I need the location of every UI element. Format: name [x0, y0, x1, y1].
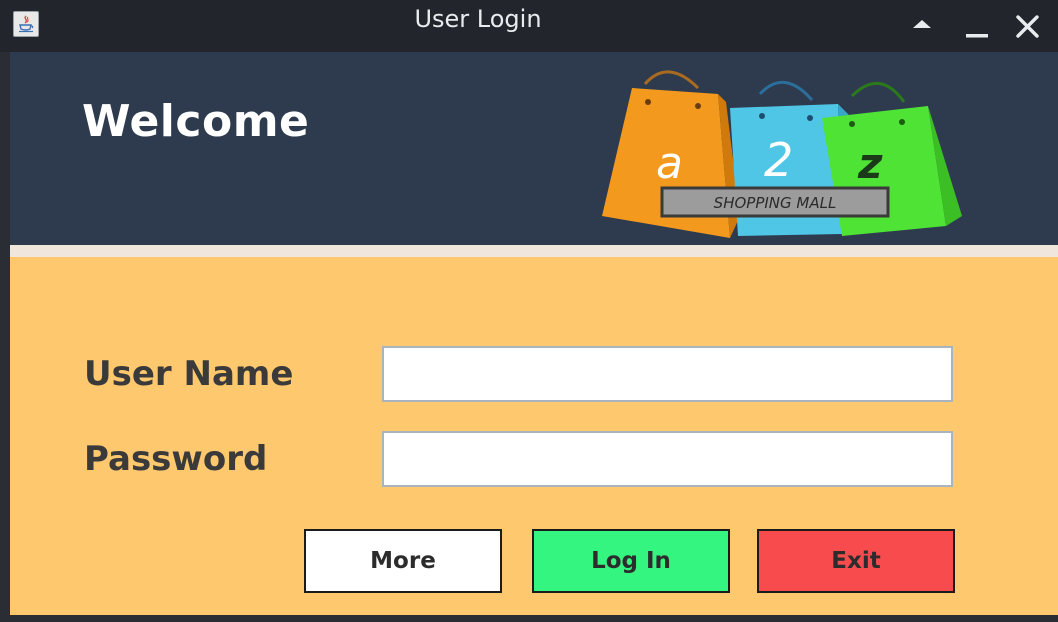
title-bar[interactable]: User Login [0, 0, 1058, 52]
welcome-heading: Welcome [82, 96, 310, 147]
header-banner: Welcome a 2 z SHOPPING MALL [10, 52, 1058, 245]
close-icon[interactable] [1010, 14, 1044, 40]
logo-letter-z: z [857, 139, 883, 188]
a2z-shopping-mall-logo: a 2 z SHOPPING MALL [590, 66, 970, 241]
logo-tagline: SHOPPING MALL [714, 194, 837, 212]
window-title: User Login [414, 5, 542, 33]
login-button[interactable]: Log In [532, 529, 730, 593]
password-input[interactable] [382, 431, 953, 487]
minimize-icon[interactable] [960, 14, 994, 40]
username-label: User Name [84, 354, 294, 394]
more-button[interactable]: More [304, 529, 502, 593]
triangle-up-icon[interactable] [905, 14, 939, 40]
login-form: User Name Password More Log In Exit [10, 257, 1058, 615]
logo-letter-2: 2 [764, 133, 793, 187]
logo-letter-a: a [656, 138, 683, 189]
password-label: Password [84, 439, 268, 479]
login-window: User Login Welcome a 2 z SHOPPING MALL U… [0, 0, 1058, 622]
exit-button[interactable]: Exit [757, 529, 955, 593]
header-divider [10, 245, 1058, 257]
window-border-bottom [0, 615, 1058, 622]
username-input[interactable] [382, 346, 953, 402]
window-border-left [0, 52, 10, 622]
